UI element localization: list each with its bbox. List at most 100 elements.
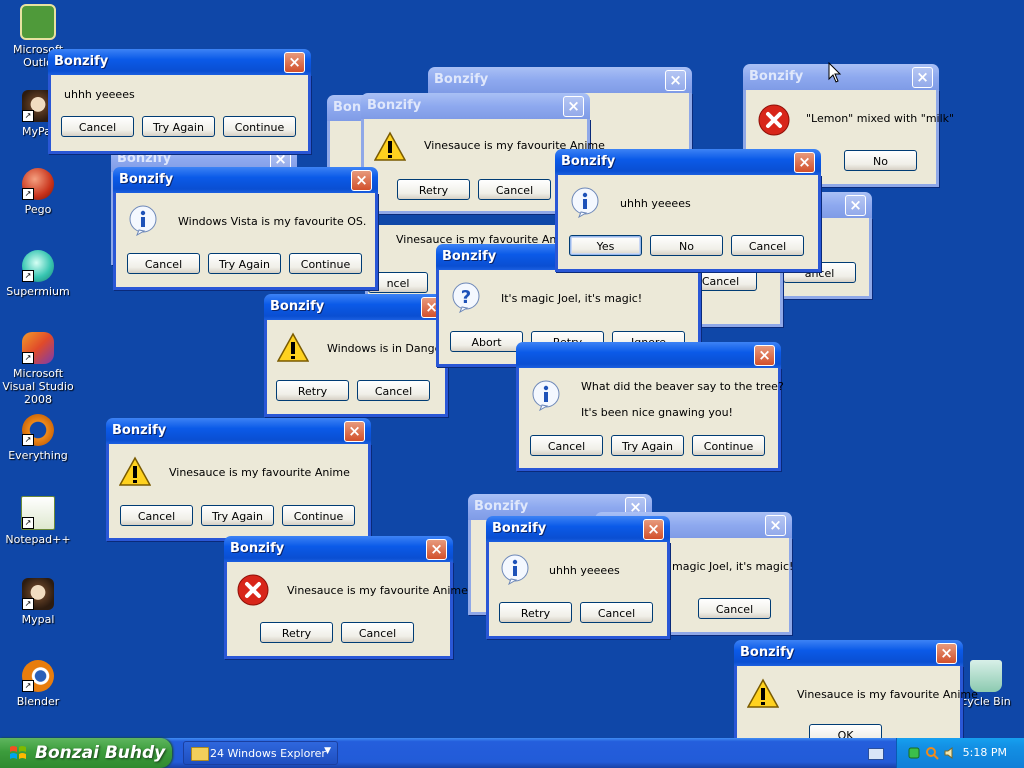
title-bar[interactable]: Bonzify × [428,67,692,93]
cancel-button[interactable]: Cancel [478,179,551,200]
close-button[interactable]: × [284,52,305,73]
chevron-down-icon: ▼ [324,746,331,756]
dialog-title: Bonzify [230,541,285,556]
cancel-button[interactable]: Cancel [127,253,200,274]
close-button[interactable]: × [665,70,686,91]
desktop-icon-visual-studio[interactable]: ↗ Microsoft Visual Studio 2008 [0,332,76,406]
close-button[interactable]: × [351,170,372,191]
continue-button[interactable]: Continue [223,116,296,137]
folder-icon [191,747,209,761]
info-icon [532,380,560,411]
dialog-window: Bonzify × uhhh yeeees Yes No Cancel [555,149,821,272]
title-bar[interactable]: × [516,342,781,368]
close-button[interactable]: × [794,152,815,173]
windows-logo-icon [10,746,26,759]
dialog-title: Bonzify [270,299,325,314]
dialog-title: Bonzify [749,69,804,84]
dialog-title: Bonzify [740,645,795,660]
dialog-title: Bonzify [474,499,529,514]
desktop-icon-blender[interactable]: ↗ Blender [0,660,76,708]
cancel-button[interactable]: Cancel [580,602,653,623]
desktop-icon-notepadpp[interactable]: ↗ Notepad++ [0,496,76,546]
title-bar[interactable]: Bonzify× [486,516,670,542]
abort-button[interactable]: Abort [450,331,523,352]
dialog-window: × What did the beaver say to the tree? I… [516,342,784,471]
error-icon [758,104,790,136]
continue-button[interactable]: Continue [289,253,362,274]
dialog-window: Bonzify × uhhh yeeees Cancel Try Again Co… [48,49,311,154]
dialog-message: uhhh yeeees [549,564,620,577]
title-bar[interactable]: Bonzify× [555,149,821,175]
close-button[interactable]: × [344,421,365,442]
system-tray: 5:18 PM [896,738,1024,768]
question-icon: ? [452,282,480,313]
cancel-button[interactable]: Cancel [530,435,603,456]
desktop-icon-everything[interactable]: ↗ Everything [0,414,76,462]
cancel-button[interactable]: Cancel [731,235,804,256]
retry-button[interactable]: Retry [260,622,333,643]
try-again-button[interactable]: Try Again [611,435,684,456]
retry-button[interactable]: Retry [499,602,572,623]
dialog-message: Vinesauce is my favourite Anime [169,466,350,479]
try-again-button[interactable]: Try Again [142,116,215,137]
keyboard-icon[interactable] [868,748,884,760]
close-button[interactable]: × [936,643,957,664]
desktop-icon-label: Mypal [21,613,55,626]
title-bar[interactable]: Bonzify× [361,93,590,119]
desktop-icon-supermium[interactable]: ↗ Supermium [0,250,76,298]
retry-button[interactable]: Retry [397,179,470,200]
yes-button[interactable]: Yes [569,235,642,256]
volume-icon[interactable] [943,746,957,760]
error-icon [237,574,269,606]
continue-button[interactable]: Continue [282,505,355,526]
cancel-button[interactable]: Cancel [341,622,414,643]
no-button[interactable]: No [844,150,917,171]
retry-button[interactable]: Retry [276,380,349,401]
title-bar[interactable]: Bonzify× [264,294,448,320]
close-button[interactable]: × [845,195,866,216]
desktop-icon-label: Pego [24,203,52,216]
blender-icon: ↗ [22,660,54,692]
cancel-button[interactable]: Cancel [120,505,193,526]
close-button[interactable]: × [754,345,775,366]
start-button[interactable]: Bonzai Buhdy [0,738,172,768]
network-icon[interactable] [907,746,921,760]
search-icon[interactable] [925,746,939,760]
close-button[interactable]: × [643,519,664,540]
clock[interactable]: 5:18 PM [963,746,1007,759]
dialog-window: Bonzify × uhhh yeeees Retry Cancel [486,516,670,639]
cancel-button[interactable]: Cancel [698,598,771,619]
raccoon-icon: ↗ [22,578,54,610]
ok-button[interactable]: OK [809,724,882,738]
no-button[interactable]: No [650,235,723,256]
info-icon [129,205,157,236]
cancel-button[interactable]: Cancel [61,116,134,137]
title-bar[interactable]: Bonzify × [48,49,311,75]
title-bar[interactable]: Bonzify× [113,167,378,193]
try-again-button[interactable]: Try Again [208,253,281,274]
title-bar[interactable]: Bonzify× [106,418,371,444]
warning-icon [374,131,406,161]
dialog-title: Bonzify [434,72,489,87]
dialog-message: Windows is in Danger [327,342,446,355]
outlook-icon [20,4,56,40]
title-bar[interactable]: Bonzify × [224,536,453,562]
desktop-icon-mypal-2[interactable]: ↗ Mypal [0,578,76,626]
taskbar: Bonzai Buhdy 24 Windows Explorer ▼ 5:18 … [0,738,1024,768]
cancel-button[interactable]: Cancel [357,380,430,401]
title-bar[interactable]: Bonzify × [734,640,963,666]
close-button[interactable]: × [912,67,933,88]
desktop-icon-label: Everything [8,449,68,462]
try-again-button[interactable]: Try Again [201,505,274,526]
taskbar-button-windows-explorer[interactable]: 24 Windows Explorer ▼ [183,741,338,765]
close-button[interactable]: × [563,96,584,117]
desktop-icon-pego[interactable]: ↗ Pego [0,168,76,216]
close-button[interactable]: × [426,539,447,560]
pego-icon: ↗ [22,168,54,200]
close-button[interactable]: × [765,515,786,536]
dialog-message: It's magic Joel, it's magic! [501,292,643,305]
dialog-message: Windows Vista is my favourite OS. [178,215,367,228]
continue-button[interactable]: Continue [692,435,765,456]
dialog-title: Bonzify [54,54,109,69]
info-icon [501,554,529,585]
